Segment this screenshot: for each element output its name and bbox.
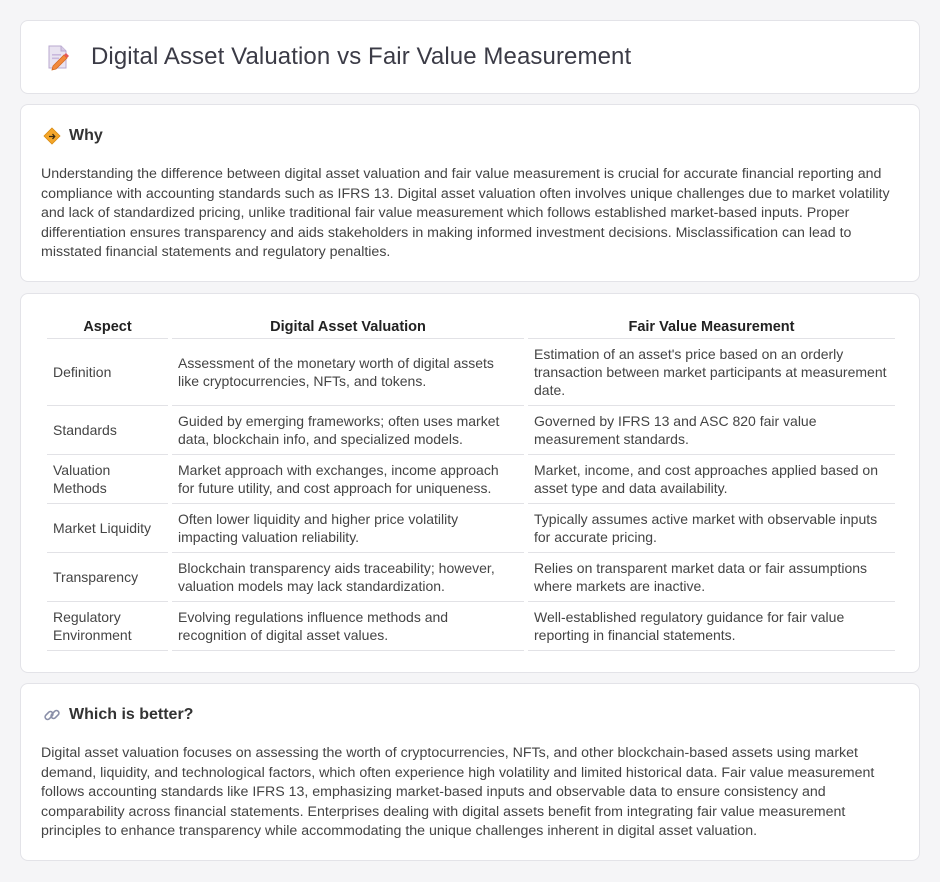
comparison-card: Aspect Digital Asset Valuation Fair Valu… <box>20 293 920 673</box>
digital-asset-cell: Guided by emerging frameworks; often use… <box>172 406 524 455</box>
header-row: Digital Asset Valuation vs Fair Value Me… <box>45 43 631 71</box>
digital-asset-cell: Assessment of the monetary worth of digi… <box>172 339 524 406</box>
document-pencil-icon <box>48 45 69 71</box>
fair-value-cell: Typically assumes active market with obs… <box>528 504 895 553</box>
comparison-table: Aspect Digital Asset Valuation Fair Valu… <box>43 316 899 651</box>
aspect-cell: Standards <box>47 406 168 455</box>
better-title: Which is better? <box>69 706 194 723</box>
fair-value-cell: Relies on transparent market data or fai… <box>528 553 895 602</box>
aspect-cell: Definition <box>47 339 168 406</box>
better-heading: Which is better? <box>43 706 193 724</box>
header-card: Digital Asset Valuation vs Fair Value Me… <box>20 20 920 94</box>
aspect-cell: Valuation Methods <box>47 455 168 504</box>
why-heading: Why <box>43 127 103 145</box>
why-card: Why Understanding the difference between… <box>20 104 920 282</box>
fair-value-cell: Governed by IFRS 13 and ASC 820 fair val… <box>528 406 895 455</box>
table-row: Valuation Methods Market approach with e… <box>47 455 895 504</box>
table-row: Standards Guided by emerging frameworks;… <box>47 406 895 455</box>
link-icon <box>44 709 60 721</box>
digital-asset-cell: Market approach with exchanges, income a… <box>172 455 524 504</box>
digital-asset-cell: Evolving regulations influence methods a… <box>172 602 524 651</box>
fair-value-cell: Estimation of an asset's price based on … <box>528 339 895 406</box>
header-digital-asset-valuation: Digital Asset Valuation <box>172 316 524 339</box>
which-is-better-card: Which is better? Digital asset valuation… <box>20 683 920 861</box>
better-text: Digital asset valuation focuses on asses… <box>41 745 875 840</box>
table-row: Transparency Blockchain transparency aid… <box>47 553 895 602</box>
fair-value-cell: Market, income, and cost approaches appl… <box>528 455 895 504</box>
diamond-sign-icon <box>43 127 61 145</box>
digital-asset-cell: Often lower liquidity and higher price v… <box>172 504 524 553</box>
why-title: Why <box>69 127 103 144</box>
header-fair-value-measurement: Fair Value Measurement <box>528 316 895 339</box>
aspect-cell: Transparency <box>47 553 168 602</box>
table-row: Regulatory Environment Evolving regulati… <box>47 602 895 651</box>
page-title: Digital Asset Valuation vs Fair Value Me… <box>91 43 632 70</box>
aspect-cell: Market Liquidity <box>47 504 168 553</box>
aspect-cell: Regulatory Environment <box>47 602 168 651</box>
table-row: Definition Assessment of the monetary wo… <box>47 339 895 406</box>
header-aspect: Aspect <box>47 316 168 339</box>
table-row: Market Liquidity Often lower liquidity a… <box>47 504 895 553</box>
why-text: Understanding the difference between dig… <box>41 166 890 261</box>
fair-value-cell: Well-established regulatory guidance for… <box>528 602 895 651</box>
table-header-row: Aspect Digital Asset Valuation Fair Valu… <box>47 316 895 339</box>
digital-asset-cell: Blockchain transparency aids traceabilit… <box>172 553 524 602</box>
